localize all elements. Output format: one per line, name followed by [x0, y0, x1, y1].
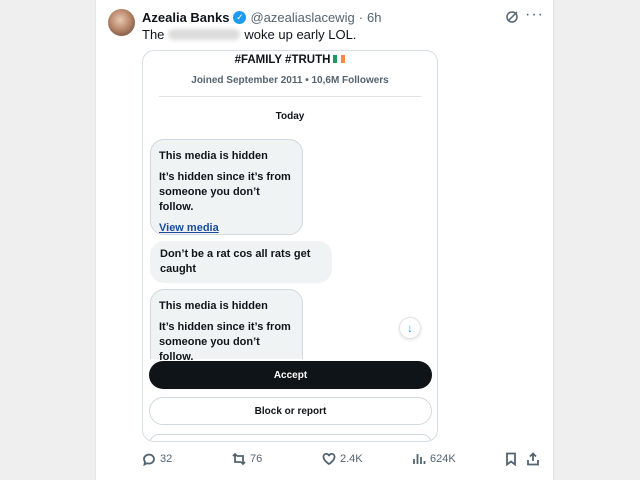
day-label: Today	[275, 111, 305, 122]
reply-action[interactable]: 32	[142, 452, 172, 466]
more-icon[interactable]: ···	[525, 6, 544, 24]
arrow-down-icon[interactable]: ↓	[399, 317, 421, 339]
views-action[interactable]: 624K	[412, 452, 456, 466]
embedded-screenshot[interactable]: #FAMILY #TRUTH Joined September 2011 • 1…	[142, 50, 438, 442]
accept-button[interactable]: Accept	[149, 361, 432, 389]
view-count: 624K	[430, 453, 456, 465]
avatar[interactable]	[108, 9, 135, 36]
share-action[interactable]	[526, 452, 540, 466]
joined-info: Joined September 2011 • 10,6M Followers	[191, 75, 389, 86]
author-handle[interactable]: @azealiaslacewig	[250, 10, 354, 25]
like-icon	[322, 452, 336, 466]
share-icon	[527, 452, 539, 466]
cutoff-button	[149, 434, 432, 441]
block-report-button[interactable]: Block or report	[149, 397, 432, 425]
repost-icon	[232, 452, 246, 466]
hidden-media-body: It’s hidden since it’s from someone you …	[159, 321, 291, 363]
tweet-text-end: woke up early LOL.	[244, 27, 357, 42]
bookmark-icon	[506, 452, 516, 466]
tweet-header: Azealia Banks ✓ @azealiaslacewig · 6h	[142, 9, 382, 25]
reply-count: 32	[160, 453, 173, 465]
screenshot-title-text: #FAMILY #TRUTH	[234, 54, 331, 66]
author-name[interactable]: Azealia Banks	[142, 10, 229, 25]
redacted-text	[168, 29, 241, 40]
message-bubble: Don’t be a rat cos all rats get caught	[150, 241, 332, 283]
repost-count: 76	[250, 453, 263, 465]
message-bubble: This media is hidden It’s hidden since i…	[150, 139, 303, 235]
verified-badge-icon: ✓	[233, 10, 247, 24]
grok-icon[interactable]	[505, 10, 519, 24]
hidden-media-body: It’s hidden since it’s from someone you …	[159, 171, 291, 213]
like-action[interactable]: 2.4K	[322, 452, 363, 466]
divider	[159, 96, 421, 97]
tweet-text-start: The	[142, 27, 165, 42]
message-bubble: This media is hidden It’s hidden since i…	[150, 289, 303, 363]
hidden-media-title: This media is hidden	[159, 300, 268, 312]
hidden-media-title: This media is hidden	[159, 150, 268, 162]
repost-action[interactable]: 76	[232, 452, 262, 466]
reply-icon	[143, 453, 155, 466]
irish-flag-icon	[333, 55, 346, 63]
view-media-link[interactable]: View media	[159, 221, 294, 236]
views-icon	[413, 454, 426, 464]
bookmark-action[interactable]	[504, 452, 518, 466]
screenshot-title: #FAMILY #TRUTH	[143, 54, 437, 66]
message-text: Don’t be a rat cos all rats get caught	[160, 248, 311, 275]
timestamp[interactable]: 6h	[367, 10, 381, 25]
tweet-text: The woke up early LOL.	[142, 27, 356, 42]
tweet-actions: 32 76 2.4K 624K	[142, 452, 542, 468]
like-count: 2.4K	[340, 453, 363, 465]
separator: ·	[358, 9, 364, 25]
